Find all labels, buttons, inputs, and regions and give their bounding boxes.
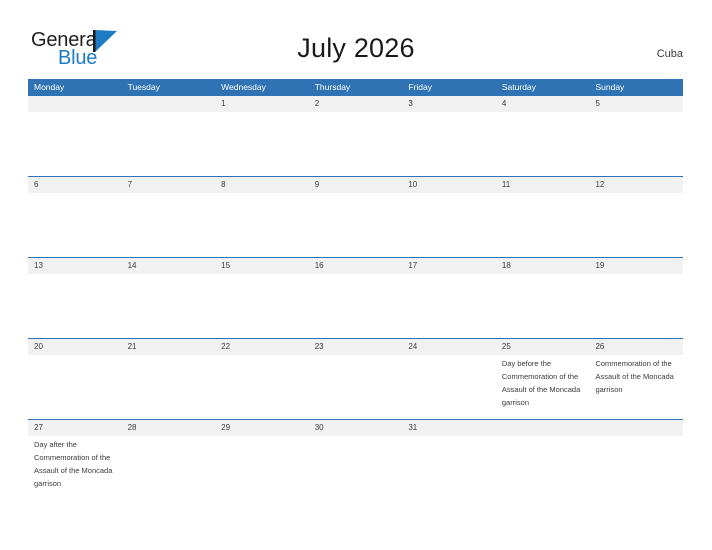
calendar-week-row: 6 7 8 9 10 11 12 bbox=[28, 176, 683, 257]
day-number: 10 bbox=[408, 180, 418, 189]
calendar-day-cell[interactable]: 11 bbox=[496, 177, 590, 257]
weekday-header-tuesday: Tuesday bbox=[127, 82, 160, 92]
day-number: 30 bbox=[314, 423, 324, 432]
day-number: 5 bbox=[595, 99, 600, 108]
holiday-event-label: Commemoration of the Assault of the Monc… bbox=[595, 359, 674, 394]
calendar-day-cell[interactable]: 10 bbox=[402, 177, 496, 257]
day-number: 11 bbox=[501, 180, 511, 189]
day-number: 3 bbox=[408, 99, 413, 108]
holiday-event-label: Day after the Commemoration of the Assau… bbox=[34, 440, 113, 488]
calendar-day-cell[interactable]: 13 bbox=[28, 258, 122, 338]
calendar-week-row: 27 Day after the Commemoration of the Ass… bbox=[28, 419, 683, 500]
region-label: Cuba bbox=[656, 48, 683, 60]
weekday-header-friday: Friday bbox=[408, 82, 432, 92]
calendar-day-cell[interactable]: 31 bbox=[402, 420, 496, 500]
weekday-header-monday: Monday bbox=[34, 82, 65, 92]
calendar-day-cell[interactable]: 22 bbox=[215, 339, 309, 419]
calendar-day-cell[interactable]: 24 bbox=[402, 339, 496, 419]
calendar-day-cell[interactable]: 2 bbox=[309, 96, 403, 176]
calendar-week-row: 20 21 22 23 24 25 Day before the Commemoration… bbox=[28, 338, 683, 419]
page-header: General Blue July 2026 Cuba bbox=[0, 0, 712, 78]
weekday-header-sunday: Sunday bbox=[595, 82, 625, 92]
holiday-event-label: Day before the Commemoration of the Assa… bbox=[501, 359, 581, 407]
day-number: 6 bbox=[34, 180, 39, 189]
day-number: 14 bbox=[127, 261, 137, 270]
day-number: 19 bbox=[595, 261, 605, 270]
day-number: 17 bbox=[408, 261, 418, 270]
calendar-day-cell[interactable]: 27 Day after the Commemoration of the Ass… bbox=[28, 420, 122, 500]
calendar-day-cell[interactable]: 16 bbox=[309, 258, 403, 338]
calendar-day-cell[interactable]: 20 bbox=[28, 339, 122, 419]
day-number: 26 bbox=[595, 342, 605, 351]
day-number: 21 bbox=[127, 342, 137, 351]
day-number: 31 bbox=[408, 423, 418, 432]
calendar-day-cell[interactable]: 17 bbox=[402, 258, 496, 338]
calendar-day-cell[interactable]: 29 bbox=[215, 420, 309, 500]
calendar-week-row: 13 14 15 16 17 18 19 bbox=[28, 257, 683, 338]
calendar-day-cell[interactable]: 14 bbox=[122, 258, 216, 338]
calendar-day-cell[interactable]: 18 bbox=[496, 258, 590, 338]
day-number: 28 bbox=[127, 423, 137, 432]
calendar-day-cell[interactable]: 9 bbox=[309, 177, 403, 257]
day-number bbox=[595, 420, 678, 436]
day-number: 9 bbox=[314, 180, 320, 189]
day-number: 29 bbox=[221, 423, 231, 432]
day-number bbox=[128, 96, 211, 112]
day-number: 22 bbox=[221, 342, 231, 351]
day-events: Day after the Commemoration of the Assau… bbox=[34, 436, 117, 490]
calendar-day-cell[interactable]: 1 bbox=[215, 96, 309, 176]
calendar-day-cell[interactable]: 7 bbox=[122, 177, 216, 257]
day-number: 24 bbox=[408, 342, 418, 351]
day-number: 12 bbox=[595, 180, 605, 189]
day-number bbox=[502, 420, 585, 436]
day-number: 1 bbox=[221, 99, 226, 108]
calendar-day-cell[interactable]: 21 bbox=[122, 339, 216, 419]
day-number: 15 bbox=[221, 261, 231, 270]
day-number: 27 bbox=[34, 423, 43, 432]
calendar-day-cell-empty bbox=[28, 96, 122, 176]
calendar-day-cell-empty bbox=[496, 420, 590, 500]
calendar-day-cell-empty bbox=[589, 420, 683, 500]
day-number bbox=[34, 96, 117, 112]
weekday-header-thursday: Thursday bbox=[314, 82, 351, 92]
calendar-table: Monday Tuesday Wednesday Thursday Friday Satu… bbox=[28, 79, 683, 500]
page-title: July 2026 bbox=[297, 33, 415, 63]
day-events: Day before the Commemoration of the Assa… bbox=[502, 355, 585, 409]
calendar-day-cell[interactable]: 28 bbox=[122, 420, 216, 500]
calendar-day-cell[interactable]: 4 bbox=[496, 96, 590, 176]
calendar-day-cell[interactable]: 25 Day before the Commemoration of the As… bbox=[496, 339, 590, 419]
day-number: 13 bbox=[34, 261, 43, 270]
day-number: 4 bbox=[501, 99, 507, 108]
day-number: 2 bbox=[314, 99, 320, 108]
day-number: 25 bbox=[501, 342, 511, 351]
weekday-header-saturday: Saturday bbox=[501, 82, 536, 92]
day-number: 8 bbox=[221, 180, 226, 189]
day-number: 20 bbox=[34, 342, 43, 351]
calendar-week-row: 1 2 3 4 5 bbox=[28, 96, 683, 176]
calendar-day-cell[interactable]: 15 bbox=[215, 258, 309, 338]
weekday-header-wednesday: Wednesday bbox=[221, 82, 266, 92]
day-number: 16 bbox=[314, 261, 324, 270]
calendar-day-cell-empty bbox=[122, 96, 216, 176]
calendar-day-cell[interactable]: 8 bbox=[215, 177, 309, 257]
day-events: Commemoration of the Assault of the Monc… bbox=[595, 355, 678, 396]
calendar-weekday-header: Monday Tuesday Wednesday Thursday Friday Satu… bbox=[28, 79, 683, 96]
calendar-day-cell[interactable]: 5 bbox=[589, 96, 683, 176]
calendar-day-cell[interactable]: 19 bbox=[589, 258, 683, 338]
calendar-day-cell[interactable]: 23 bbox=[309, 339, 403, 419]
day-number: 23 bbox=[314, 342, 324, 351]
calendar-body: 1 2 3 4 5 6 7 8 9 10 11 12 13 14 15 16 17 18 19 20 21 22 23 24 2… bbox=[28, 96, 683, 500]
calendar-day-cell[interactable]: 12 bbox=[589, 177, 683, 257]
calendar-day-cell[interactable]: 6 bbox=[28, 177, 122, 257]
day-number: 7 bbox=[127, 180, 133, 189]
calendar-day-cell[interactable]: 26 Commemoration of the Assault of the Mo… bbox=[589, 339, 683, 419]
day-number: 18 bbox=[501, 261, 511, 270]
calendar-day-cell[interactable]: 30 bbox=[309, 420, 403, 500]
calendar-day-cell[interactable]: 3 bbox=[402, 96, 496, 176]
